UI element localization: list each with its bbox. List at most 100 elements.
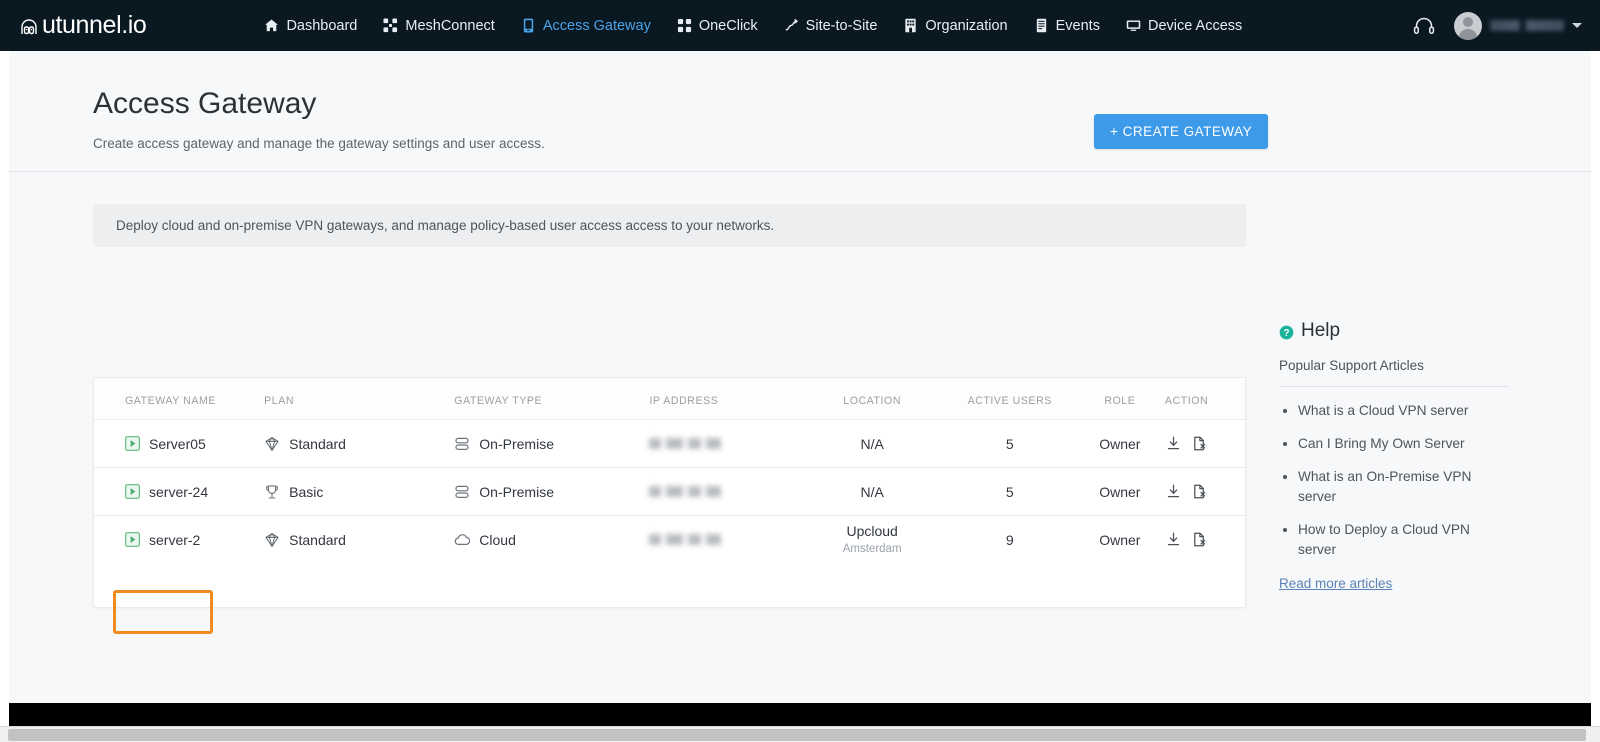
col-gateway-name: GATEWAY NAME (94, 378, 265, 420)
cell-gateway-type: Cloud (454, 516, 649, 564)
location-text: N/A (860, 435, 884, 452)
cell-role: Owner (1074, 467, 1165, 516)
cell-action (1165, 516, 1245, 564)
chevron-down-icon (1572, 23, 1582, 28)
cell-active-users: 9 (1005, 531, 1014, 548)
cell-gateway-type: On-Premise (454, 467, 650, 516)
headset-icon[interactable] (1412, 14, 1436, 38)
cell-location: N/A (799, 467, 945, 516)
brand-logo[interactable]: utunnel.io (17, 11, 147, 40)
table-row[interactable]: server-2 Standard Cloud Upcloud Amsterda… (94, 516, 1245, 564)
nav-item-dashboard[interactable]: Dashboard (251, 18, 370, 34)
cell-ip-address (649, 516, 799, 564)
cell-gateway-name[interactable]: server-24 (94, 467, 265, 516)
download-icon[interactable] (1165, 435, 1182, 452)
building-icon (903, 18, 918, 33)
col-action: ACTION (1164, 378, 1245, 420)
location-text: Upcloud (846, 522, 898, 539)
gem-icon (264, 436, 280, 452)
nav-item-device-access[interactable]: Device Access (1113, 18, 1255, 34)
server-stack-icon (454, 436, 470, 452)
col-active-users: ACTIVE USERS (944, 378, 1075, 420)
table-row[interactable]: Server05 Standard On-Premise N/A 5 Owner (94, 419, 1245, 468)
read-more-articles-link[interactable]: Read more articles (1279, 576, 1392, 591)
gateway-active-icon (125, 436, 140, 451)
navbar-right (1412, 0, 1582, 51)
cell-gateway-name[interactable]: server-2 (94, 516, 264, 564)
nav-item-organization[interactable]: Organization (890, 18, 1020, 34)
monitor-icon (1126, 18, 1141, 33)
ip-address-redacted (649, 485, 736, 497)
file-remove-icon[interactable] (1191, 531, 1208, 548)
cell-ip-address (649, 419, 800, 468)
col-location: LOCATION (799, 378, 945, 420)
nav-item-access-gateway[interactable]: Access Gateway (508, 18, 664, 34)
gateway-active-icon (125, 532, 140, 548)
nav-label: MeshConnect (405, 17, 495, 34)
location-text: N/A (860, 483, 884, 500)
nav-label: Site-to-Site (805, 17, 878, 34)
tunnel-lock-icon (17, 14, 41, 38)
col-role: ROLE (1074, 378, 1165, 420)
plan-text: Standard (289, 531, 346, 548)
gateway-active-icon (125, 484, 140, 499)
horizontal-scrollbar-thumb[interactable] (8, 729, 1586, 741)
mesh-icon (383, 18, 398, 33)
top-navbar: utunnel.io Dashboard MeshConnect Access … (0, 0, 1600, 51)
right-edge (1591, 51, 1600, 727)
cell-ip-address (649, 467, 800, 516)
location-subtext: Amsterdam (842, 542, 902, 555)
list-item[interactable]: Can I Bring My Own Server (1298, 434, 1509, 454)
home-icon (264, 18, 279, 33)
nav-label: Events (1055, 17, 1100, 34)
gateway-name-text: server-2 (149, 531, 201, 548)
horizontal-scrollbar[interactable] (0, 726, 1600, 742)
col-ip-address: IP ADDRESS (649, 378, 800, 420)
gem-icon (264, 532, 280, 548)
file-remove-icon[interactable] (1191, 483, 1208, 500)
cell-gateway-type: On-Premise (454, 419, 650, 468)
trophy-icon (264, 484, 280, 500)
gateway-table: GATEWAY NAME PLAN GATEWAY TYPE IP ADDRES… (94, 378, 1245, 564)
list-item[interactable]: What is an On-Premise VPN server (1298, 467, 1509, 507)
cloud-icon (454, 532, 471, 548)
user-menu[interactable] (1454, 11, 1582, 40)
list-item[interactable]: How to Deploy a Cloud VPN server (1298, 520, 1509, 560)
download-icon[interactable] (1165, 531, 1182, 548)
table-row[interactable]: server-24 Basic On-Premise N/A 5 Owner (94, 467, 1245, 516)
create-gateway-button[interactable]: + CREATE GATEWAY (1094, 114, 1269, 149)
download-icon[interactable] (1165, 483, 1182, 500)
nav-item-site-to-site[interactable]: Site-to-Site (771, 18, 891, 34)
cell-active-users: 5 (944, 467, 1075, 516)
page-title: Access Gateway (93, 87, 317, 120)
list-item[interactable]: What is a Cloud VPN server (1298, 401, 1509, 421)
page-header: Access Gateway Create access gateway and… (0, 51, 1600, 172)
ip-address-redacted (649, 437, 736, 449)
gateway-name-text: Server05 (149, 435, 206, 452)
gateway-icon (521, 18, 536, 33)
nav-label: OneClick (698, 17, 758, 34)
table-header-row: GATEWAY NAME PLAN GATEWAY TYPE IP ADDRES… (94, 378, 1245, 420)
nav-item-events[interactable]: Events (1021, 18, 1113, 34)
cell-plan: Standard (264, 419, 455, 468)
nav-item-oneclick[interactable]: OneClick (664, 18, 771, 34)
page-subtitle: Create access gateway and manage the gat… (93, 136, 545, 151)
cell-location: N/A (799, 419, 945, 468)
nav-label: Access Gateway (542, 17, 651, 34)
file-remove-icon[interactable] (1191, 435, 1208, 452)
gateway-type-text: On-Premise (479, 435, 554, 452)
cell-plan: Basic (264, 467, 455, 516)
nav-label: Device Access (1147, 17, 1243, 34)
gateway-name-text: server-24 (149, 483, 209, 500)
info-banner: Deploy cloud and on-premise VPN gateways… (93, 204, 1246, 247)
cell-role: Owner (1099, 531, 1141, 548)
help-article-list: What is a Cloud VPN server Can I Bring M… (1279, 401, 1509, 560)
gateway-type-text: Cloud (479, 531, 516, 548)
nav-item-meshconnect[interactable]: MeshConnect (370, 18, 507, 34)
avatar (1454, 11, 1482, 40)
help-title: ? Help (1279, 320, 1509, 342)
oneclick-icon (677, 18, 692, 33)
cell-gateway-name[interactable]: Server05 (94, 419, 265, 468)
gateway-table-card: GATEWAY NAME PLAN GATEWAY TYPE IP ADDRES… (93, 377, 1246, 608)
app-screen: utunnel.io Dashboard MeshConnect Access … (0, 0, 1600, 742)
